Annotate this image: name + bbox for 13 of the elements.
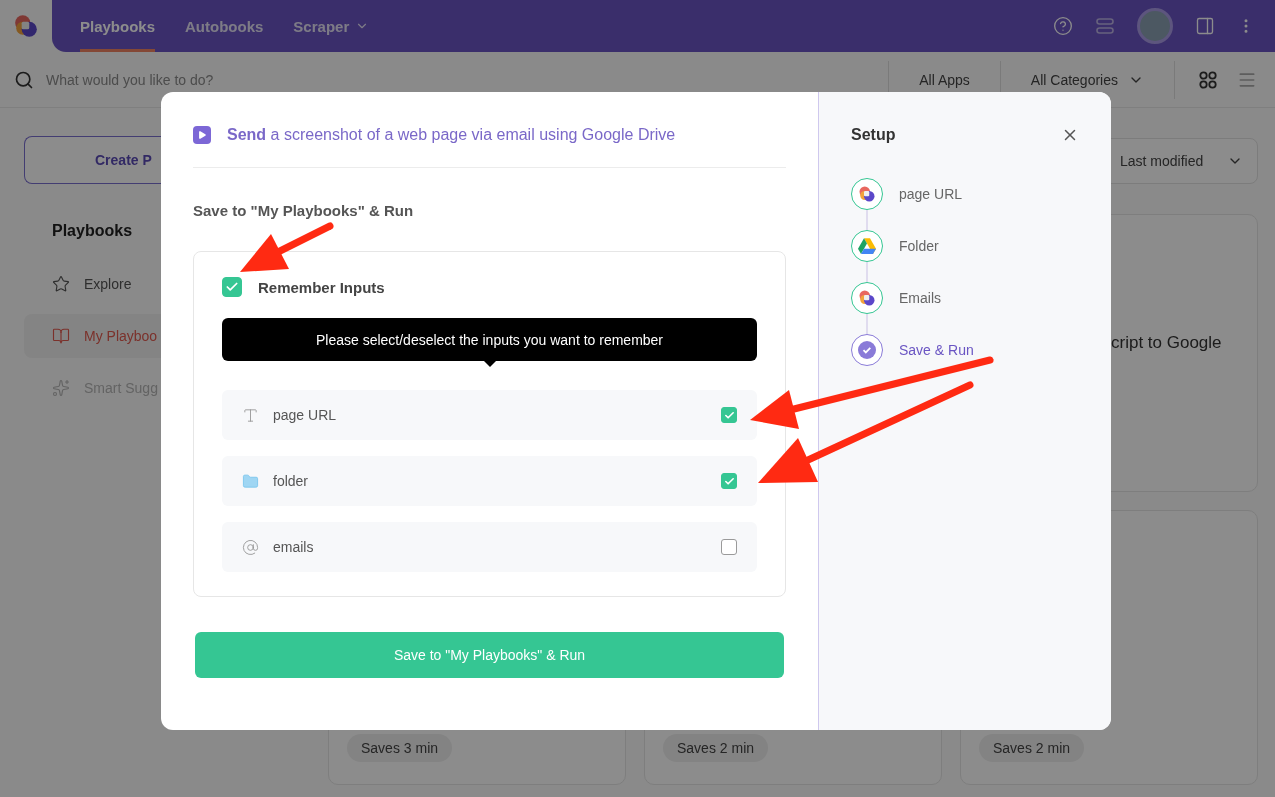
sidebar-heading: Playbooks: [52, 222, 134, 240]
checkbox-label: Remember Inputs: [258, 278, 385, 296]
input-label: page URL: [273, 407, 338, 423]
time-saved-tag: Saves 3 min: [347, 734, 453, 762]
playbook-title: Send a screenshot of a web page via email using Google Drive: [227, 126, 676, 144]
time-saved-tag: Saves 2 min: [663, 734, 769, 762]
setup-title: Setup: [851, 126, 896, 144]
input-label: folder: [273, 473, 310, 489]
card-title: cript to Google: [1111, 333, 1222, 353]
input-label: emails: [273, 539, 315, 555]
tooltip: Please select/deselect the inputs you want to remember: [222, 318, 757, 367]
section-title: Save to "My Playbooks" & Run: [193, 202, 415, 219]
time-saved-tag: Saves 2 min: [979, 734, 1085, 762]
